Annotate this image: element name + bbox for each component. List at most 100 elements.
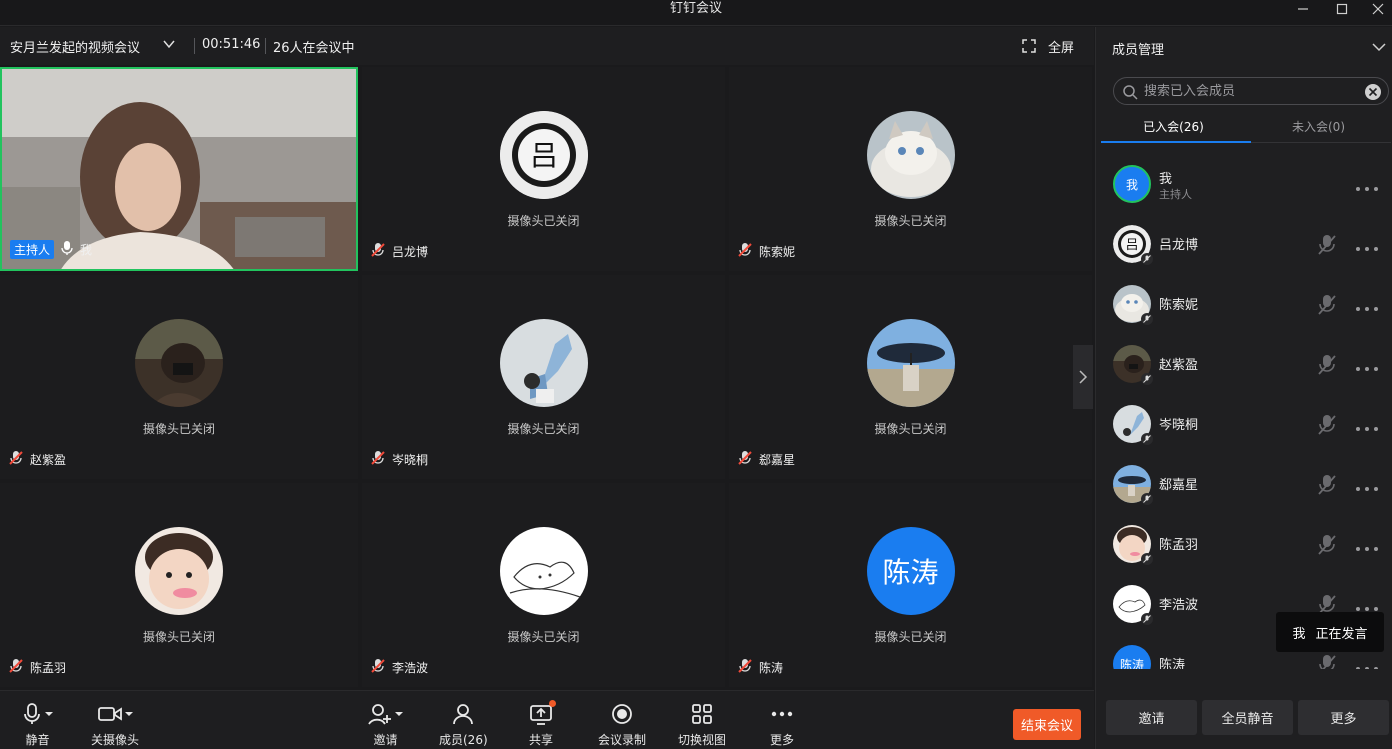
video-tile[interactable]: 吕 摄像头已关闭 吕龙博 xyxy=(362,67,725,271)
invite-label: 邀请 xyxy=(373,733,398,747)
member-name: 岑晓桐 xyxy=(1159,418,1199,433)
member-item[interactable]: 我 我 主持人 xyxy=(1113,163,1389,207)
chevron-down-icon[interactable] xyxy=(162,37,176,55)
invite-button[interactable]: 邀请 xyxy=(368,703,403,748)
camera-off-text: 摄像头已关闭 xyxy=(507,630,580,644)
switch-view-button[interactable]: 切换视图 xyxy=(678,703,726,748)
video-tile[interactable]: 摄像头已关闭 李浩波 xyxy=(362,483,725,687)
nameplate: 主持人 我 xyxy=(10,240,92,259)
member-item[interactable]: 陈索妮 xyxy=(1113,283,1389,327)
tab-joined[interactable]: 已入会(26) xyxy=(1101,118,1246,135)
nameplate: 李浩波 xyxy=(370,658,428,677)
video-grid: 主持人 我 吕 摄像头已关闭 吕龙博 摄像头已关闭 陈索妮 摄像头已关闭 赵紫盈… xyxy=(0,67,1094,688)
camera-off-text: 摄像头已关闭 xyxy=(142,422,215,436)
member-item[interactable]: 赵紫盈 xyxy=(1113,343,1389,387)
mic-muted-icon xyxy=(370,450,386,469)
video-tile[interactable]: 摄像头已关闭 郄嘉星 xyxy=(729,275,1092,479)
avatar-text: 我 xyxy=(1125,177,1138,192)
mic-muted-icon xyxy=(1141,253,1153,265)
fullscreen-icon[interactable] xyxy=(1022,39,1036,57)
avatar xyxy=(866,111,955,199)
minimize-icon xyxy=(1298,8,1308,10)
participant-name: 赵紫盈 xyxy=(30,453,67,467)
fullscreen-button[interactable]: 全屏 xyxy=(1048,37,1074,56)
more-dots-icon[interactable] xyxy=(1355,481,1379,496)
mic-muted-icon xyxy=(1141,373,1153,385)
svg-text:吕: 吕 xyxy=(1125,238,1138,253)
mute-button[interactable]: 静音 xyxy=(22,703,53,748)
mic-muted-icon[interactable] xyxy=(1317,534,1337,560)
share-button[interactable]: 共享 xyxy=(529,700,556,748)
caret-down-icon xyxy=(45,712,53,716)
mic-muted-icon[interactable] xyxy=(1317,354,1337,380)
members-label: 成员(26) xyxy=(439,733,488,747)
member-item[interactable]: 岑晓桐 xyxy=(1113,403,1389,447)
next-page-button[interactable] xyxy=(1073,345,1093,409)
record-button[interactable]: 会议录制 xyxy=(598,703,646,748)
invite-button[interactable]: 邀请 xyxy=(1106,700,1197,735)
more-dots-icon[interactable] xyxy=(1355,661,1379,669)
member-name: 陈索妮 xyxy=(1159,298,1199,313)
video-tile[interactable]: 摄像头已关闭 陈索妮 xyxy=(729,67,1092,271)
meeting-info-bar: 安月兰发起的视频会议 00:51:46 26人在会议中 全屏 xyxy=(0,27,1094,65)
members-button[interactable]: 成员(26) xyxy=(439,703,488,748)
minimize-button[interactable] xyxy=(1288,0,1318,18)
member-item[interactable]: 吕 吕龙博 xyxy=(1113,223,1389,267)
participant-count: 26人在会议中 xyxy=(273,41,355,56)
avatar: 陈涛 xyxy=(866,527,955,615)
camera-off-text: 摄像头已关闭 xyxy=(507,422,580,436)
search-input[interactable] xyxy=(1144,81,1354,101)
member-name: 李浩波 xyxy=(1159,598,1199,613)
nameplate: 陈索妮 xyxy=(737,242,795,261)
tab-not-joined[interactable]: 未入会(0) xyxy=(1246,118,1391,135)
video-tile[interactable]: 陈涛 摄像头已关闭 陈涛 xyxy=(729,483,1092,687)
mic-muted-icon[interactable] xyxy=(1317,234,1337,260)
mic-muted-icon xyxy=(737,242,753,261)
close-button[interactable] xyxy=(1363,0,1392,18)
divider xyxy=(265,38,266,54)
more-dots-icon[interactable] xyxy=(1355,181,1379,196)
more-dots-icon[interactable] xyxy=(1355,361,1379,376)
clear-icon[interactable] xyxy=(1364,83,1382,105)
member-item[interactable]: 陈孟羽 xyxy=(1113,523,1389,567)
member-name: 陈涛 xyxy=(1159,658,1186,669)
nameplate: 郄嘉星 xyxy=(737,450,795,469)
more-actions-button[interactable]: 更多 xyxy=(1298,700,1389,735)
mic-muted-icon[interactable] xyxy=(1317,294,1337,320)
participant-name: 陈索妮 xyxy=(759,245,796,259)
camera-off-text: 摄像头已关闭 xyxy=(142,630,215,644)
mic-muted-icon xyxy=(1141,433,1153,445)
member-item[interactable]: 郄嘉星 xyxy=(1113,463,1389,507)
panel-title: 成员管理 xyxy=(1112,43,1165,58)
mic-muted-icon[interactable] xyxy=(1317,474,1337,500)
more-dots-icon[interactable] xyxy=(1355,241,1379,256)
caret-down-icon xyxy=(124,712,133,716)
more-dots-icon[interactable] xyxy=(1355,421,1379,436)
camera-off-text: 摄像头已关闭 xyxy=(874,630,947,644)
camera-button[interactable]: 关摄像头 xyxy=(91,703,139,748)
meeting-topic[interactable]: 安月兰发起的视频会议 xyxy=(10,37,140,56)
more-dots-icon[interactable] xyxy=(1355,301,1379,316)
share-label: 共享 xyxy=(529,733,554,747)
nameplate: 吕龙博 xyxy=(370,242,428,261)
end-meeting-button[interactable]: 结束会议 xyxy=(1013,709,1081,740)
mic-muted-icon xyxy=(1141,553,1153,565)
speaking-text: 正在发言 xyxy=(1315,626,1368,642)
member-name: 吕龙博 xyxy=(1159,238,1199,253)
mic-muted-icon[interactable] xyxy=(1317,414,1337,440)
video-tile-self[interactable]: 主持人 我 xyxy=(0,67,358,271)
add-user-icon xyxy=(368,704,391,725)
video-tile[interactable]: 摄像头已关闭 岑晓桐 xyxy=(362,275,725,479)
more-dots-icon[interactable] xyxy=(1355,541,1379,556)
member-search xyxy=(1113,77,1389,105)
more-button[interactable]: 更多 xyxy=(770,703,794,748)
mic-muted-icon[interactable] xyxy=(1317,654,1337,669)
close-icon xyxy=(1372,3,1384,15)
chevron-down-icon[interactable] xyxy=(1372,41,1386,56)
mute-all-button[interactable]: 全员静音 xyxy=(1202,700,1293,735)
video-tile[interactable]: 摄像头已关闭 陈孟羽 xyxy=(0,483,358,687)
mute-label: 静音 xyxy=(25,733,50,747)
video-tile[interactable]: 摄像头已关闭 赵紫盈 xyxy=(0,275,358,479)
maximize-button[interactable] xyxy=(1327,0,1357,18)
switch-view-label: 切换视图 xyxy=(678,733,727,747)
